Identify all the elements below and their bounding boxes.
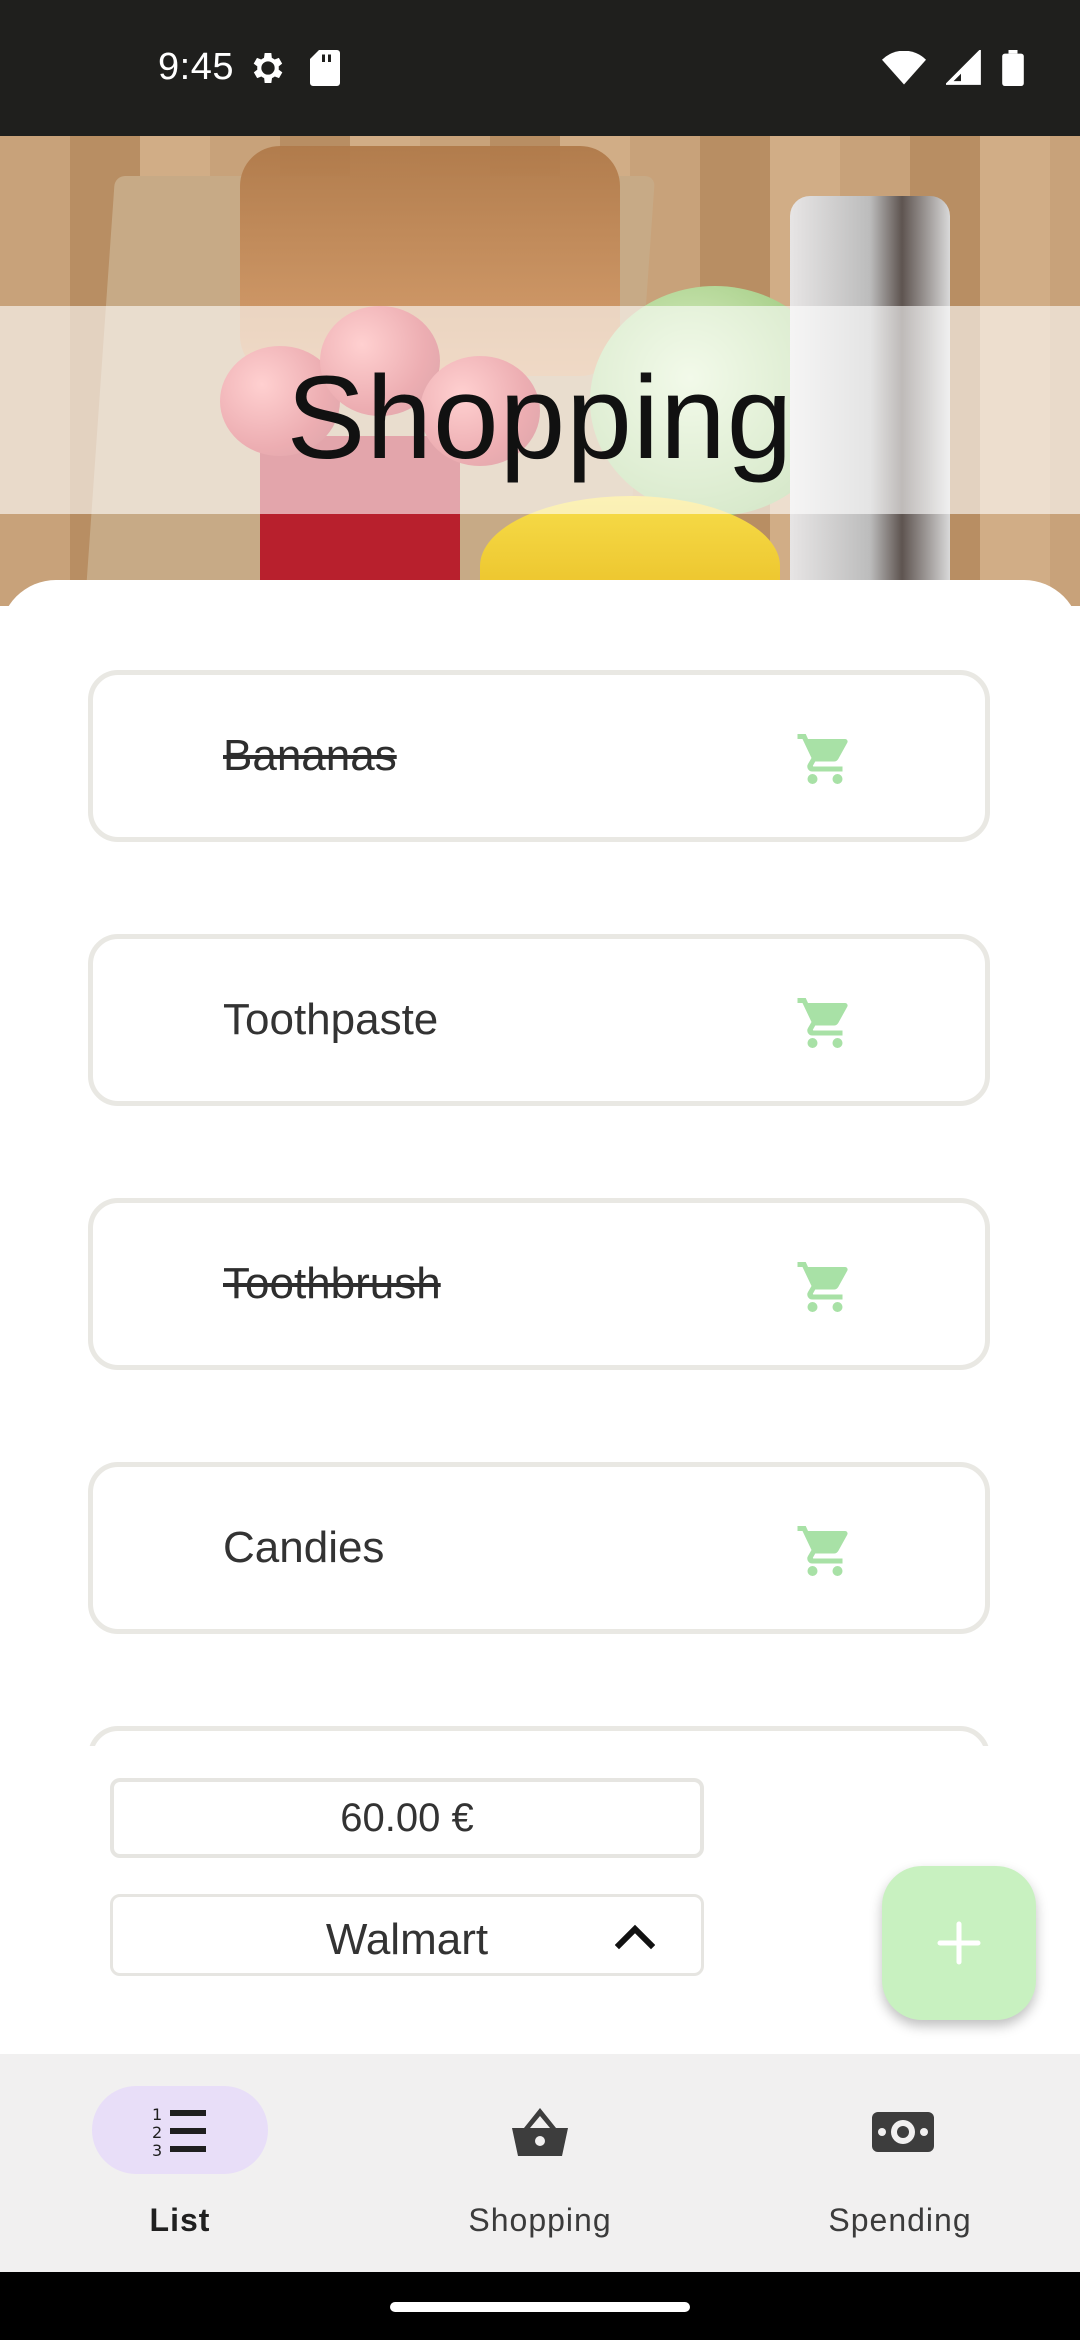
store-selected-value: Walmart [325,1915,489,1964]
sd-card-icon [310,50,340,91]
list-item[interactable]: Toothpaste [88,934,990,1106]
nav-label-shopping: Shopping [468,2202,612,2238]
money-icon [870,2104,934,2160]
cart-icon[interactable] [795,1521,855,1581]
cart-icon[interactable] [795,993,855,1053]
home-handle[interactable] [390,2302,690,2312]
item-label: Bananas [223,731,397,780]
cart-icon[interactable] [795,1257,855,1317]
item-label: Toothpaste [223,995,439,1044]
battery-icon [1002,50,1024,91]
list-item[interactable]: Bananas [88,670,990,842]
status-time: 9:45 [158,46,234,88]
store-dropdown[interactable]: Walmart [110,1894,704,1976]
svg-text:3: 3 [152,2141,162,2160]
basket-icon [510,2104,570,2160]
cart-icon[interactable] [795,729,855,789]
bottom-navigation: 123 List Shopping Spending [0,2054,1080,2272]
nav-label-spending: Spending [828,2202,972,2238]
signal-icon [944,48,982,91]
page-title: Shopping [286,352,794,484]
item-label: Toothbrush [223,1259,441,1308]
nav-label-list: List [149,2202,211,2238]
nav-item-spending[interactable]: Spending [720,2054,1080,2272]
nav-item-list[interactable]: 123 List [0,2054,360,2272]
plus-icon [937,1921,981,1965]
svg-text:1: 1 [152,2105,162,2124]
wifi-icon [882,50,926,90]
budget-field[interactable]: 60.00 € [110,1778,704,1858]
gesture-bar [0,2272,1080,2340]
nav-item-shopping[interactable]: Shopping [360,2054,720,2272]
list-item-partial[interactable] [88,1726,990,1746]
list-icon: 123 [150,2104,210,2160]
item-label: Candies [223,1523,385,1572]
list-item[interactable]: Toothbrush [88,1198,990,1370]
shopping-list[interactable]: Bananas Toothpaste Toothbrush Candies [0,670,1080,1746]
svg-text:2: 2 [152,2123,162,2142]
list-item[interactable]: Candies [88,1462,990,1634]
status-bar: 9:45 [0,0,1080,136]
settings-icon [248,48,288,93]
add-item-button[interactable] [882,1866,1036,2020]
chevron-up-icon[interactable] [614,1921,656,1951]
